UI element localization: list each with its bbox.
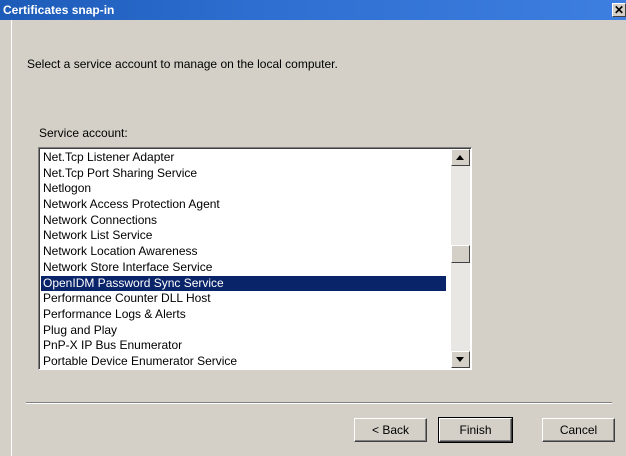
service-item-selected[interactable]: OpenIDM Password Sync Service	[41, 275, 446, 292]
service-item[interactable]: Network Access Protection Agent	[41, 197, 446, 213]
service-item[interactable]: Net.Tcp Listener Adapter	[41, 150, 446, 166]
service-item[interactable]: Net.Tcp Port Sharing Service	[41, 166, 446, 182]
close-icon[interactable]: ✕	[612, 3, 626, 17]
service-item[interactable]: Network Connections	[41, 213, 446, 229]
finish-button[interactable]: Finish	[438, 417, 513, 443]
title-bar: Certificates snap-in ✕	[0, 0, 626, 20]
arrow-down-icon	[456, 357, 464, 362]
service-account-label: Service account:	[39, 126, 128, 140]
service-item[interactable]: Portable Device Enumerator Service	[41, 354, 446, 369]
scroll-thumb[interactable]	[451, 245, 470, 263]
scroll-up-button[interactable]	[451, 149, 470, 166]
service-item[interactable]: Plug and Play	[41, 323, 446, 339]
window-title: Certificates snap-in	[3, 3, 115, 17]
instruction-text: Select a service account to manage on th…	[27, 57, 338, 71]
scroll-down-button[interactable]	[451, 351, 470, 368]
service-item[interactable]: Netlogon	[41, 181, 446, 197]
service-account-listbox[interactable]: Net.Tcp Listener Adapter Net.Tcp Port Sha…	[38, 147, 472, 370]
service-item[interactable]: Performance Counter DLL Host	[41, 291, 446, 307]
service-item[interactable]: Network Store Interface Service	[41, 260, 446, 276]
arrow-up-icon	[456, 155, 464, 160]
cancel-button[interactable]: Cancel	[542, 418, 615, 442]
service-item[interactable]: Network List Service	[41, 228, 446, 244]
separator-line	[26, 402, 612, 404]
service-item[interactable]: Performance Logs & Alerts	[41, 307, 446, 323]
certificates-snapin-dialog: Certificates snap-in ✕ Select a service …	[0, 0, 626, 456]
vertical-scrollbar[interactable]	[451, 149, 470, 368]
service-item[interactable]: Network Location Awareness	[41, 244, 446, 260]
service-item[interactable]: PnP-X IP Bus Enumerator	[41, 338, 446, 354]
back-button[interactable]: < Back	[354, 418, 427, 442]
service-list[interactable]: Net.Tcp Listener Adapter Net.Tcp Port Sha…	[41, 150, 446, 369]
